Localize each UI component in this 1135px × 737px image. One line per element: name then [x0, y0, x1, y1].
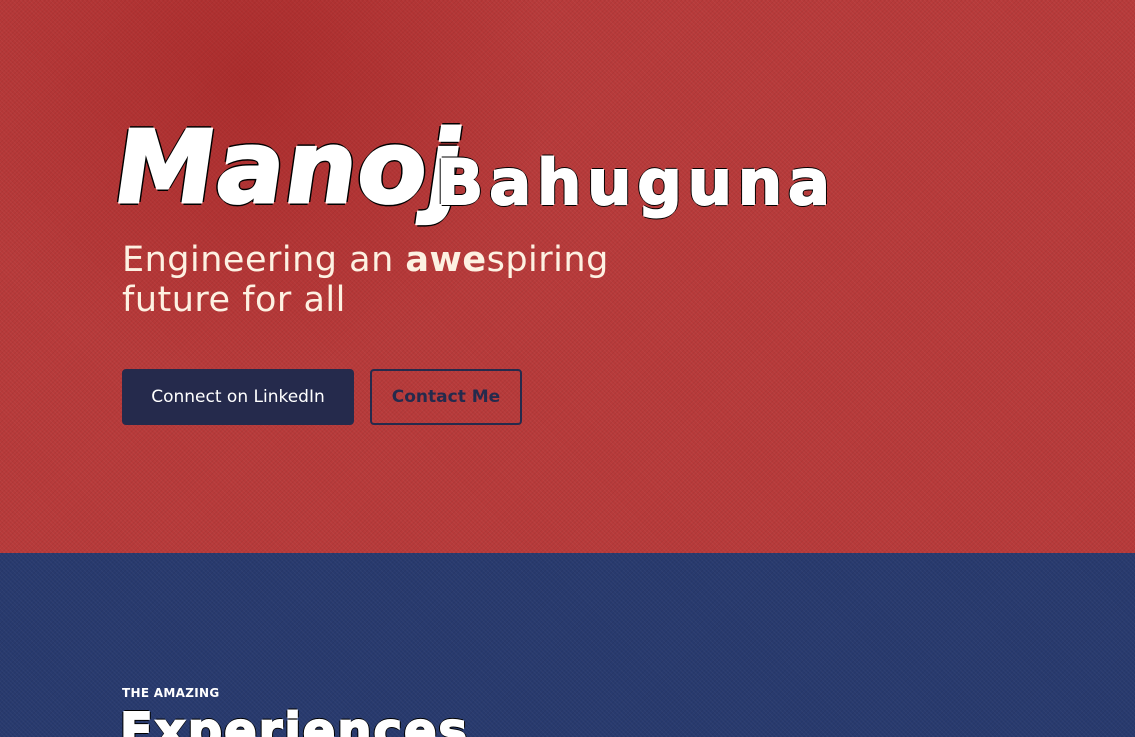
tagline-line2: future for all [122, 280, 346, 320]
tagline-suffix: spiring [486, 240, 609, 280]
hero-tagline: Engineering an awespiring future for all [122, 240, 682, 320]
tagline-prefix: Engineering an [122, 240, 406, 280]
connect-linkedin-button[interactable]: Connect on LinkedIn [122, 369, 354, 425]
contact-me-button[interactable]: Contact Me [370, 369, 522, 425]
experiences-title: Experiences [119, 702, 470, 737]
hero-section: Manoj Bahuguna Engineering an awespiring… [0, 0, 1135, 553]
hero-name-first: Manoj [111, 108, 466, 228]
experiences-section: THE AMAZING Experiences [0, 553, 1135, 737]
hero-name-last: Bahuguna [435, 146, 836, 219]
experiences-eyebrow: THE AMAZING [122, 686, 220, 700]
tagline-bold: awe [405, 240, 487, 280]
hero-name: Manoj Bahuguna [111, 108, 876, 228]
